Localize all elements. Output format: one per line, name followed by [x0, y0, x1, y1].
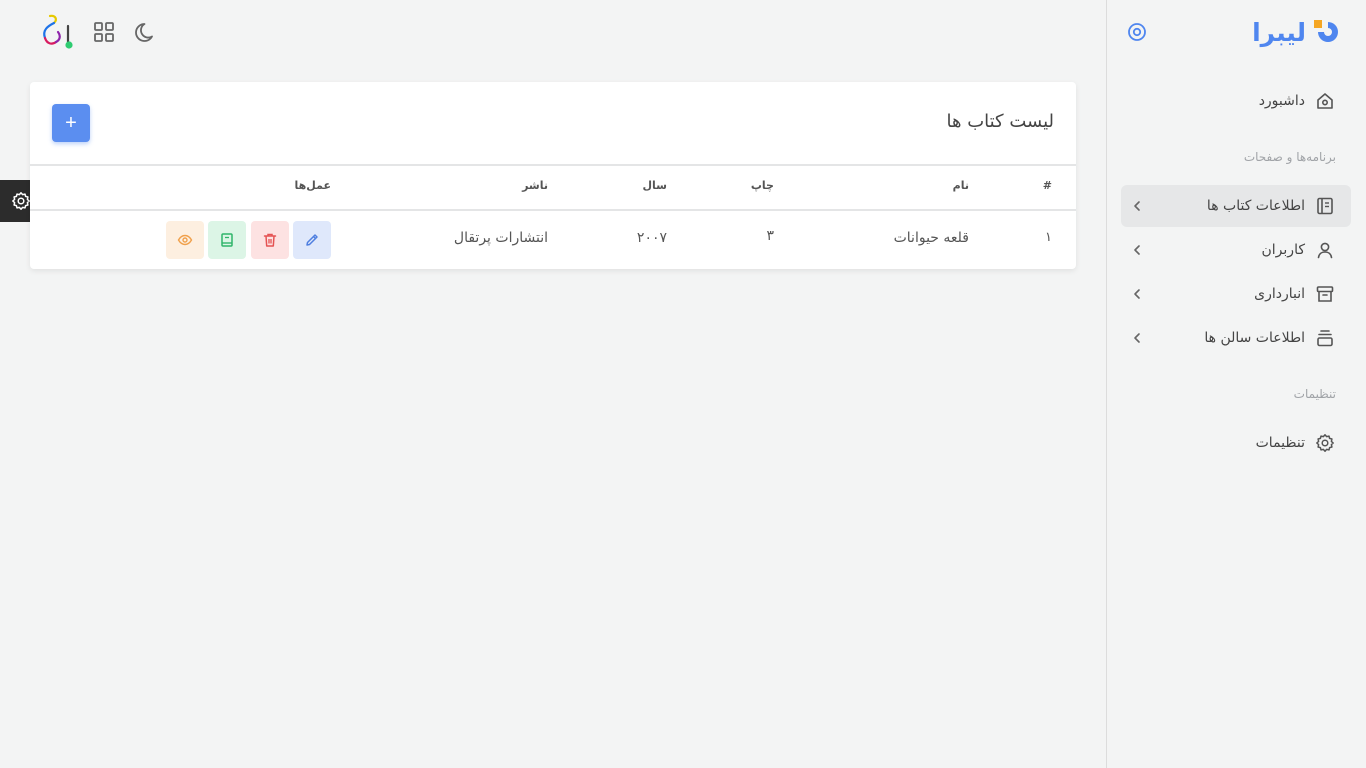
books-card: لیست کتاب ها + # نام چاپ سال ناشر عمل‌ها…	[30, 82, 1076, 269]
sidebar-item-label: تنظیمات	[1255, 435, 1305, 451]
sidebar: لیبرا داشبورد برنامه‌ها و صفحات اطلاعات …	[1106, 0, 1366, 768]
chevron-left-icon	[1134, 333, 1140, 343]
notebook-icon	[221, 233, 233, 247]
gear-icon	[12, 192, 30, 210]
card-title: لیست کتاب ها	[946, 111, 1055, 132]
delete-button[interactable]	[251, 221, 289, 259]
grid-icon[interactable]	[91, 19, 117, 45]
sidebar-item-label: اطلاعات سالن ها	[1204, 330, 1305, 346]
sidebar-item-label: اطلاعات کتاب ها	[1206, 198, 1305, 214]
chevron-left-icon	[1134, 289, 1140, 299]
sidebar-item-label: داشبورد	[1258, 93, 1305, 109]
brand[interactable]: لیبرا	[1252, 14, 1340, 50]
book-details-button[interactable]	[208, 221, 246, 259]
user-icon	[1317, 242, 1333, 259]
brand-name: لیبرا	[1252, 17, 1306, 47]
sidebar-item-label: انبارداری	[1254, 286, 1305, 302]
book-icon	[1317, 197, 1333, 215]
cell-publisher: انتشارات پرتقال	[453, 230, 548, 246]
table-header-top-divider	[30, 164, 1076, 166]
edit-icon	[306, 234, 318, 246]
sidebar-item-settings[interactable]: تنظیمات	[1121, 422, 1351, 464]
avatar-icon[interactable]	[38, 12, 78, 52]
column-header-name: نام	[952, 179, 969, 192]
view-button[interactable]	[166, 221, 204, 259]
eye-icon	[177, 234, 193, 246]
section-title-apps: برنامه‌ها و صفحات	[1243, 150, 1336, 164]
sidebar-item-halls[interactable]: اطلاعات سالن ها	[1121, 317, 1351, 359]
gear-icon	[1316, 434, 1334, 452]
table-header-bottom-divider	[30, 209, 1076, 211]
sidebar-item-label: کاربران	[1261, 242, 1305, 258]
archive-icon	[1316, 286, 1334, 302]
cell-name: قلعه حیوانات	[893, 230, 969, 246]
column-header-index: #	[1042, 179, 1052, 192]
cell-year: ۲۰۰۷	[636, 230, 667, 246]
section-title-settings: تنظیمات	[1293, 387, 1336, 401]
edit-button[interactable]	[293, 221, 331, 259]
moon-icon[interactable]	[133, 19, 159, 45]
cell-index: ۱	[1045, 230, 1052, 245]
chevron-left-icon	[1134, 201, 1140, 211]
add-book-button[interactable]: +	[52, 104, 90, 142]
trash-icon	[263, 233, 277, 247]
column-header-publisher: ناشر	[522, 179, 548, 192]
home-icon	[1317, 93, 1333, 109]
hall-icon	[1317, 330, 1333, 347]
sidebar-item-users[interactable]: کاربران	[1121, 229, 1351, 271]
sidebar-item-warehouse[interactable]: انبارداری	[1121, 273, 1351, 315]
sidebar-item-books[interactable]: اطلاعات کتاب ها	[1121, 185, 1351, 227]
column-header-print: چاپ	[750, 179, 774, 192]
column-header-actions: عمل‌ها	[294, 179, 331, 192]
brand-logo-icon	[1314, 20, 1338, 42]
sidebar-collapse-icon[interactable]	[1127, 22, 1147, 42]
chevron-left-icon	[1134, 245, 1140, 255]
sidebar-item-dashboard[interactable]: داشبورد	[1121, 80, 1351, 122]
cell-print: ۳	[766, 228, 774, 244]
column-header-year: سال	[642, 179, 668, 192]
